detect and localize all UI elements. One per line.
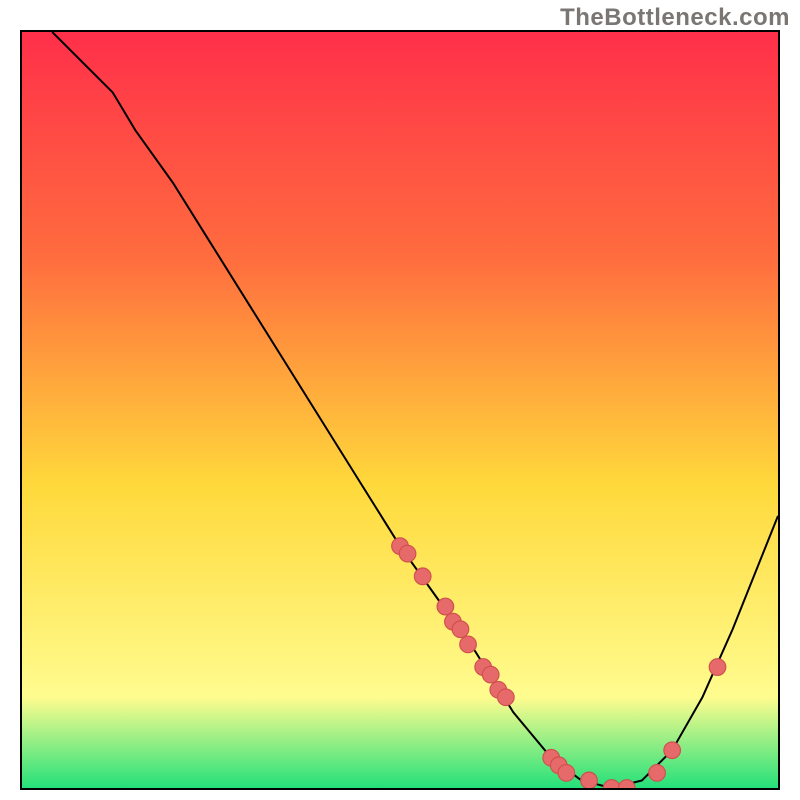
data-marker xyxy=(460,636,477,653)
data-marker xyxy=(482,666,499,683)
chart-background-gradient xyxy=(22,32,778,788)
data-marker xyxy=(709,659,726,676)
attribution-text: TheBottleneck.com xyxy=(560,4,790,32)
chart-svg xyxy=(22,32,778,788)
data-marker xyxy=(452,621,469,638)
data-marker xyxy=(399,545,416,562)
data-marker xyxy=(498,689,515,706)
data-marker xyxy=(414,568,431,585)
data-marker xyxy=(649,765,666,782)
data-marker xyxy=(581,772,598,788)
chart-plot-area xyxy=(20,30,780,790)
data-marker xyxy=(437,598,454,615)
data-marker xyxy=(664,742,681,759)
data-marker xyxy=(558,765,575,782)
